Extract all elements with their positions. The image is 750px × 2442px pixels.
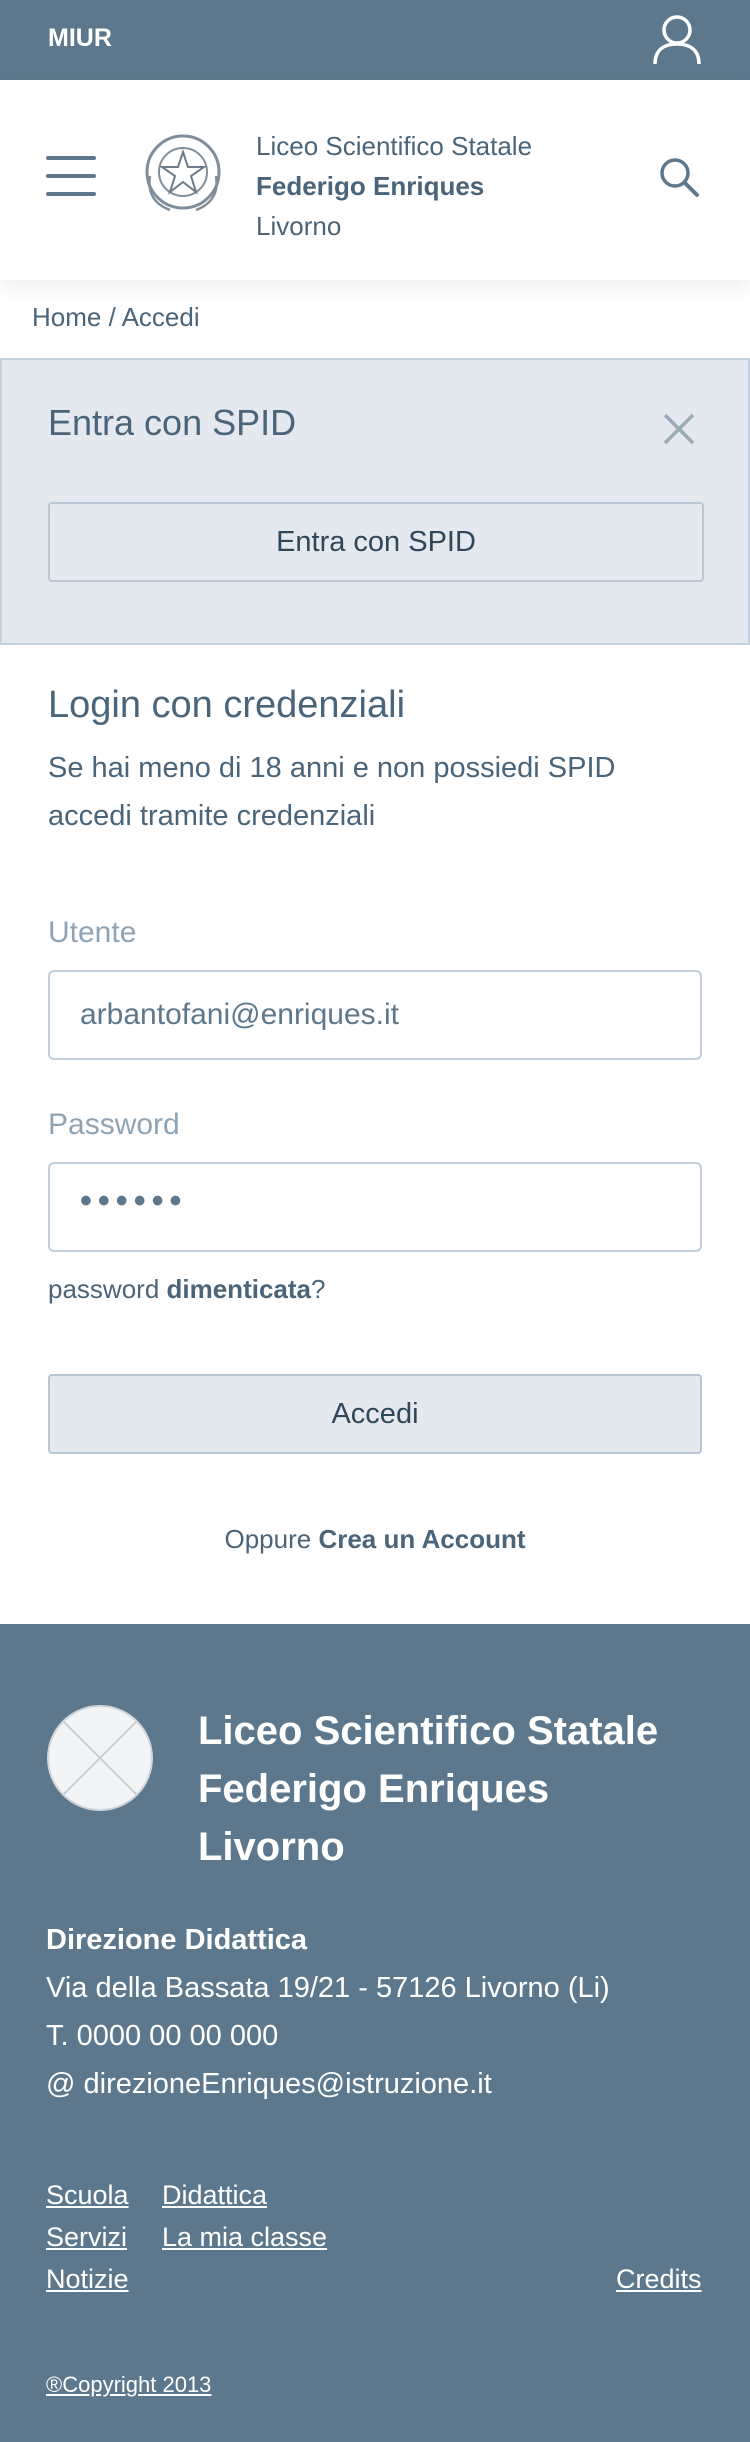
school-name-line2: Federigo Enriques <box>256 171 485 201</box>
footer-title-line3: Livorno <box>198 1825 345 1869</box>
spid-login-button[interactable]: Entra con SPID <box>48 502 704 582</box>
login-subtitle: Se hai meno di 18 anni e non possiedi SP… <box>48 752 616 832</box>
school-name-line1: Liceo Scientifico Statale <box>256 131 533 161</box>
user-field-value[interactable]: arbantofani@enriques.it <box>80 998 399 1032</box>
forgot-password-link[interactable]: password dimenticata? <box>48 1274 325 1305</box>
close-icon[interactable] <box>662 412 696 446</box>
site-footer: Liceo Scientifico Statale Federigo Enriq… <box>0 1624 750 2442</box>
footer-link-servizi[interactable]: Servizi <box>46 2222 127 2253</box>
login-title: Login con credenziali <box>48 684 406 726</box>
footer-link-didattica[interactable]: Didattica <box>162 2180 267 2211</box>
footer-title: Liceo Scientifico Statale Federigo Enriq… <box>198 1702 658 1876</box>
footer-copyright[interactable]: ®Copyright 2013 <box>46 2372 211 2398</box>
footer-title-line1: Liceo Scientifico Statale <box>198 1709 659 1753</box>
footer-link-credits[interactable]: Credits <box>616 2264 702 2295</box>
footer-direction: Direzione Didattica <box>46 1924 308 1956</box>
footer-link-notizie[interactable]: Notizie <box>46 2264 129 2295</box>
miur-brand[interactable]: MIUR <box>48 24 112 53</box>
footer-title-line2: Federigo Enriques <box>198 1767 550 1811</box>
forgot-prefix: password <box>48 1274 167 1304</box>
create-account-line: Oppure Crea un Account <box>0 1524 750 1555</box>
forgot-bold: dimenticata <box>166 1274 312 1304</box>
user-icon[interactable] <box>652 14 702 66</box>
breadcrumb[interactable]: Home / Accedi <box>32 302 200 333</box>
footer-phone: T. 0000 00 00 000 <box>46 2020 279 2052</box>
footer-link-classe[interactable]: La mia classe <box>162 2222 327 2253</box>
password-field-value[interactable]: •••••• <box>80 1182 187 1221</box>
create-account-link[interactable]: Crea un Account <box>318 1524 525 1554</box>
hamburger-icon[interactable] <box>46 156 96 196</box>
footer-address: Via della Bassata 19/21 - 57126 Livorno … <box>46 1972 610 2004</box>
school-name[interactable]: Liceo Scientifico Statale Federigo Enriq… <box>256 126 532 246</box>
spid-title: Entra con SPID <box>48 402 297 443</box>
spid-panel: Entra con SPID Entra con SPID <box>0 358 750 645</box>
school-name-line3: Livorno <box>256 211 342 241</box>
search-icon[interactable] <box>658 156 700 198</box>
password-field[interactable]: •••••• <box>48 1162 702 1252</box>
republic-emblem-icon[interactable] <box>140 126 226 218</box>
forgot-suffix: ? <box>311 1274 326 1304</box>
user-field[interactable]: arbantofani@enriques.it <box>48 970 702 1060</box>
footer-link-scuola[interactable]: Scuola <box>46 2180 129 2211</box>
accedi-button[interactable]: Accedi <box>48 1374 702 1454</box>
placeholder-logo-icon <box>46 1704 154 1812</box>
user-label: Utente <box>48 916 137 949</box>
create-prefix: Oppure <box>224 1524 319 1554</box>
site-header: Liceo Scientifico Statale Federigo Enriq… <box>0 80 750 280</box>
top-bar: MIUR <box>0 0 750 80</box>
password-label: Password <box>48 1108 180 1141</box>
footer-email[interactable]: @ direzioneEnriques@istruzione.it <box>46 2068 492 2101</box>
